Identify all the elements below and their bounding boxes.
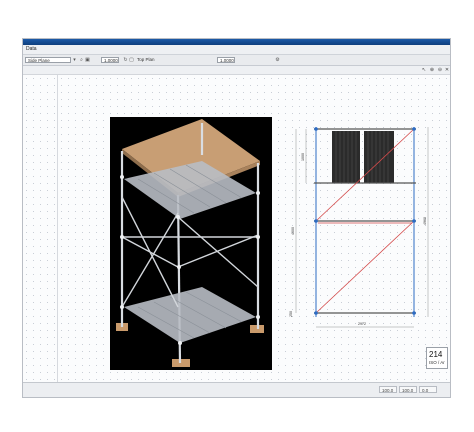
value-field[interactable]: 1.0000 xyxy=(101,57,119,63)
elevation-drawing[interactable]: 4960 4000 1000 250 2972 xyxy=(278,117,446,337)
dropdown-arrow-icon[interactable]: ▾ xyxy=(72,57,77,63)
pointer-icon[interactable]: ↖ xyxy=(421,67,427,73)
bottom-platform xyxy=(124,287,256,343)
top-board-right xyxy=(364,131,394,183)
refresh-icon[interactable]: ↻ xyxy=(123,57,128,63)
status-bar: 100.0 100.0 0.0 xyxy=(23,382,450,397)
menu-bar: Data xyxy=(23,45,450,55)
view-combo[interactable]: Side Plane xyxy=(25,57,71,63)
dim-bottom-width: 2972 xyxy=(358,322,366,326)
zoom-in-icon[interactable]: ⊕ xyxy=(429,67,435,73)
scaffold-3d-render[interactable] xyxy=(110,117,272,370)
menu-data[interactable]: Data xyxy=(23,46,37,52)
scale-badge: 214 ISO / Ar xyxy=(426,347,448,369)
status-cell-1: 100.0 xyxy=(379,386,397,393)
elevation-svg: 4960 4000 1000 250 2972 xyxy=(289,127,429,328)
top-board-left xyxy=(332,131,360,183)
fit-icon[interactable]: ▣ xyxy=(85,57,90,63)
zoom-out-icon[interactable]: ⊖ xyxy=(437,67,443,73)
status-cell-2: 100.0 xyxy=(399,386,417,393)
vertical-guide xyxy=(57,75,58,385)
elevation-combo[interactable]: 1.0000 xyxy=(217,57,235,63)
badge-subtitle: ISO / Ar xyxy=(429,360,445,365)
badge-number: 214 xyxy=(429,350,443,359)
status-cell-3: 0.0 xyxy=(419,386,437,393)
dim-mid-height: 4000 xyxy=(291,227,295,235)
drawing-canvas[interactable]: 4960 4000 1000 250 2972 214 ISO / Ar xyxy=(23,75,450,385)
toolbar: Side Plane ▾ ⌕ ▣ 1.0000 ↻ ▢ Top Plan 1.0… xyxy=(23,55,450,66)
layer-combo[interactable]: Top Plan xyxy=(137,57,159,63)
lock-icon[interactable]: ▢ xyxy=(129,57,134,63)
dim-bottom-height: 250 xyxy=(289,311,293,317)
settings-icon[interactable]: ⚙ xyxy=(275,57,280,63)
zoom-icon[interactable]: ⌕ xyxy=(79,57,84,63)
view-toolbar: ↖ ⊕ ⊖ ✕ xyxy=(23,66,450,75)
application-window: Data Side Plane ▾ ⌕ ▣ 1.0000 ↻ ▢ Top Pla… xyxy=(22,38,451,398)
dim-total-height: 4960 xyxy=(423,217,427,225)
close-view-icon[interactable]: ✕ xyxy=(444,67,450,73)
dim-top-height: 1000 xyxy=(301,153,305,161)
scaffold-render-svg xyxy=(116,119,264,367)
